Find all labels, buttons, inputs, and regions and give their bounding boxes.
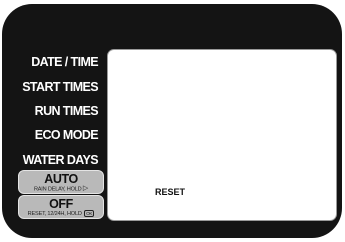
off-hint-text: RESET, 12/24H, HOLD (27, 211, 82, 217)
menu-item-water-days[interactable]: WATER DAYS (12, 153, 99, 167)
menu-item-eco-mode[interactable]: ECO MODE (12, 128, 99, 142)
auto-button-label: AUTO (44, 172, 78, 186)
auto-button[interactable]: AUTO RAIN DELAY, HOLD ▷ (18, 170, 104, 194)
auto-button-hint: RAIN DELAY, HOLD ▷ (19, 185, 103, 193)
lcd-display: RESET (107, 49, 337, 221)
menu-item-start-times[interactable]: START TIMES (12, 80, 98, 94)
off-button[interactable]: OFF RESET, 12/24H, HOLD OK (18, 195, 104, 219)
controller-panel: DATE / TIME START TIMES RUN TIMES ECO MO… (2, 4, 342, 238)
play-icon: ▷ (82, 185, 89, 192)
off-button-label: OFF (49, 197, 73, 211)
display-text: RESET (155, 187, 186, 197)
ok-icon: OK (84, 210, 95, 218)
menu-item-run-times[interactable]: RUN TIMES (12, 104, 99, 118)
auto-hint-text: RAIN DELAY, HOLD (33, 186, 82, 193)
off-button-hint: RESET, 12/24H, HOLD OK (19, 210, 103, 218)
menu-item-date-time[interactable]: DATE / TIME (12, 55, 98, 69)
